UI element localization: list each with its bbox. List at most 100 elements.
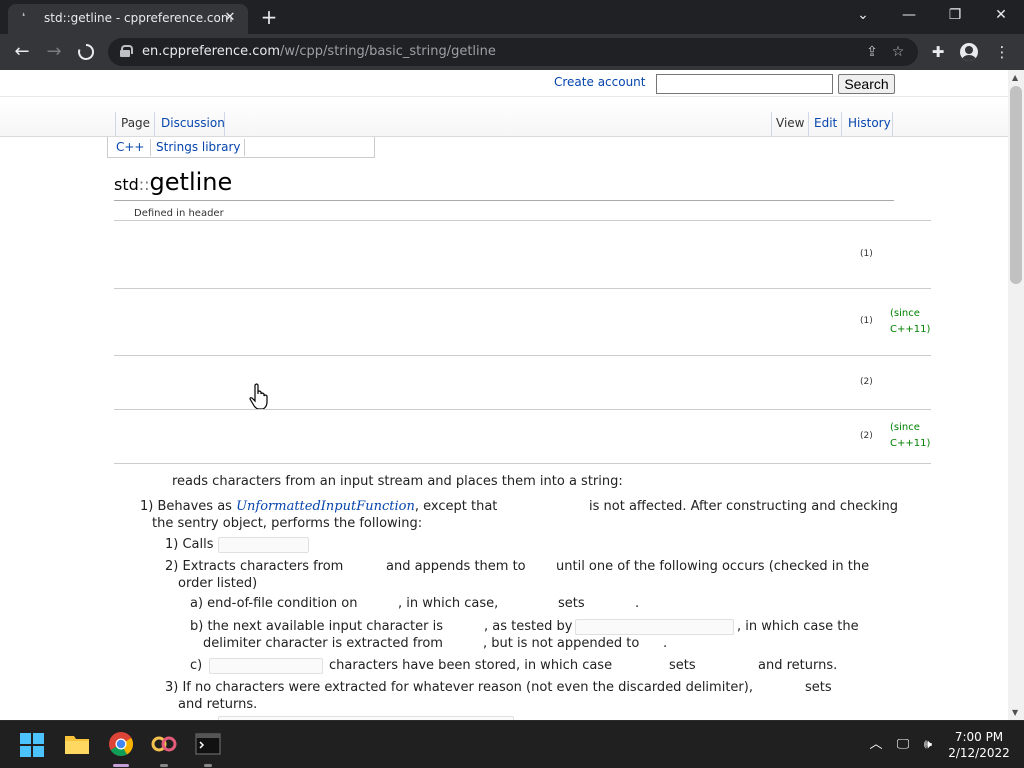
tab-page[interactable]: Page <box>121 116 150 130</box>
case-b-4: delimiter character is extracted from <box>203 636 443 651</box>
scrollbar-thumb[interactable] <box>1010 86 1022 284</box>
profile-avatar-icon[interactable] <box>960 43 978 61</box>
app-running-indicator <box>204 764 212 767</box>
para1-mid-text: , except that <box>414 499 498 514</box>
intro-text: reads characters from an input stream an… <box>172 474 623 489</box>
tab-separator <box>771 112 772 136</box>
tab-separator <box>808 112 809 136</box>
show-hidden-icons-chevron-icon[interactable]: ︿ <box>866 735 886 755</box>
step3-text-b: sets <box>805 680 832 695</box>
close-window-button[interactable]: ✕ <box>978 0 1024 30</box>
forward-arrow-icon[interactable]: → <box>42 40 66 64</box>
tab-separator <box>154 112 155 136</box>
page-title: std::getline <box>114 168 894 201</box>
system-clock[interactable]: 7:00 PM 2/12/2022 <box>946 729 1012 761</box>
declaration-divider <box>114 409 931 410</box>
url-host: en.cppreference.com <box>142 44 280 59</box>
personal-bar: Create account Search <box>0 70 1008 97</box>
tab-history[interactable]: History <box>848 116 891 130</box>
case-b-5: , but is not appended to <box>483 636 640 651</box>
tab-search-chevron-icon[interactable]: ⌄ <box>840 0 886 30</box>
back-arrow-icon[interactable]: ← <box>10 40 34 64</box>
defined-in-header: Defined in header <box>134 208 224 219</box>
breadcrumb-separator <box>150 139 151 156</box>
declaration-number: (1) <box>860 316 873 326</box>
since-cpp11-badge: (since C++11) <box>890 308 931 335</box>
title-name: getline <box>149 168 233 196</box>
case-c-1: c) <box>190 658 203 673</box>
tab-discussion[interactable]: Discussion <box>161 116 225 130</box>
title-separator: :: <box>138 175 150 194</box>
tab-close-icon[interactable]: ✕ <box>220 8 240 28</box>
scroll-up-arrow-icon[interactable]: ▲ <box>1012 73 1018 82</box>
file-explorer-icon[interactable] <box>64 731 90 757</box>
search-input[interactable] <box>656 74 833 94</box>
breadcrumb-strings-library[interactable]: Strings library <box>156 140 241 154</box>
browser-tab[interactable]: ❛ std::getline - cppreference.com ✕ <box>8 4 248 34</box>
share-icon[interactable]: ⇪ <box>862 42 882 62</box>
tab-edit[interactable]: Edit <box>814 116 837 130</box>
tab-view[interactable]: View <box>776 116 804 130</box>
menu-kebab-icon[interactable]: ⋮ <box>990 40 1014 64</box>
code-placeholder <box>575 619 734 635</box>
stop-loading-icon[interactable] <box>74 40 98 64</box>
step1-text: 1) Calls <box>165 537 214 552</box>
code-placeholder <box>209 658 323 674</box>
step2-text-a: 2) Extracts characters from <box>165 559 344 574</box>
title-namespace: std <box>114 175 139 194</box>
case-a-4: . <box>635 596 640 611</box>
step3-line2: and returns. <box>178 697 258 712</box>
case-b-2: , as tested by <box>484 619 573 634</box>
extensions-puzzle-icon[interactable]: ✚ <box>926 40 950 64</box>
search-button[interactable]: Search <box>838 74 895 94</box>
page-viewport: Create account Search Page Discussion Vi… <box>0 70 1008 720</box>
browser-toolbar: ← → en.cppreference.com/w/cpp/string/bas… <box>0 34 1024 70</box>
tab-title: std::getline - cppreference.com <box>44 11 233 25</box>
minimize-button[interactable]: — <box>886 0 932 30</box>
restore-button[interactable]: ❐ <box>932 0 978 30</box>
unformatted-input-function-link[interactable]: UnformattedInputFunction <box>236 499 415 514</box>
terminal-icon[interactable] <box>195 731 221 757</box>
new-tab-button[interactable]: + <box>258 6 280 28</box>
since-cpp11-badge: (since C++11) <box>890 422 931 449</box>
tab-separator <box>892 112 893 136</box>
tab-separator <box>115 112 116 136</box>
case-c-4: and returns. <box>758 658 838 673</box>
windows-start-icon[interactable] <box>20 733 44 757</box>
bookmark-star-icon[interactable]: ☆ <box>888 42 908 62</box>
declaration-divider <box>114 288 931 289</box>
step2-line2: order listed) <box>178 576 258 591</box>
network-icon[interactable]: 🖵 <box>893 735 913 755</box>
scroll-down-arrow-icon[interactable]: ▼ <box>1012 708 1018 717</box>
case-b-6: . <box>663 636 668 651</box>
app-running-indicator <box>160 764 168 767</box>
declaration-divider <box>114 220 931 221</box>
para1-prefix-text: 1) Behaves as <box>140 499 237 514</box>
declaration-divider <box>114 463 931 464</box>
case-a-2: , in which case, <box>398 596 499 611</box>
declaration-divider <box>114 355 931 356</box>
para1-after: is not affected. After constructing and … <box>589 499 898 514</box>
windows-taskbar: ︿ 🖵 🕪 7:00 PM 2/12/2022 <box>0 720 1024 768</box>
tab-separator <box>841 112 842 136</box>
address-bar[interactable]: en.cppreference.com/w/cpp/string/basic_s… <box>108 38 918 66</box>
declaration-number: (2) <box>860 377 873 387</box>
para1-prefix: 1) Behaves as UnformattedInputFunction, … <box>140 499 497 515</box>
declaration-number: (2) <box>860 431 873 441</box>
infinity-app-icon[interactable] <box>151 731 177 757</box>
clock-time: 7:00 PM <box>954 730 1004 744</box>
para1-line2: the sentry object, performs the followin… <box>152 516 423 531</box>
volume-icon[interactable]: 🕪 <box>918 735 938 755</box>
create-account-link[interactable]: Create account <box>554 75 646 89</box>
chrome-icon[interactable] <box>108 731 134 757</box>
case-a-1: a) end-of-file condition on <box>190 596 358 611</box>
code-placeholder <box>218 537 309 553</box>
url-text[interactable]: en.cppreference.com/w/cpp/string/basic_s… <box>142 44 496 59</box>
lock-icon[interactable] <box>120 45 133 57</box>
hand-cursor-icon <box>249 383 268 409</box>
case-a-3: sets <box>558 596 585 611</box>
case-c-3: sets <box>669 658 696 673</box>
breadcrumb-cpp[interactable]: C++ <box>116 140 145 154</box>
page-scrollbar[interactable]: ▲ ▼ <box>1008 70 1024 720</box>
case-b-3: , in which case the <box>737 619 859 634</box>
